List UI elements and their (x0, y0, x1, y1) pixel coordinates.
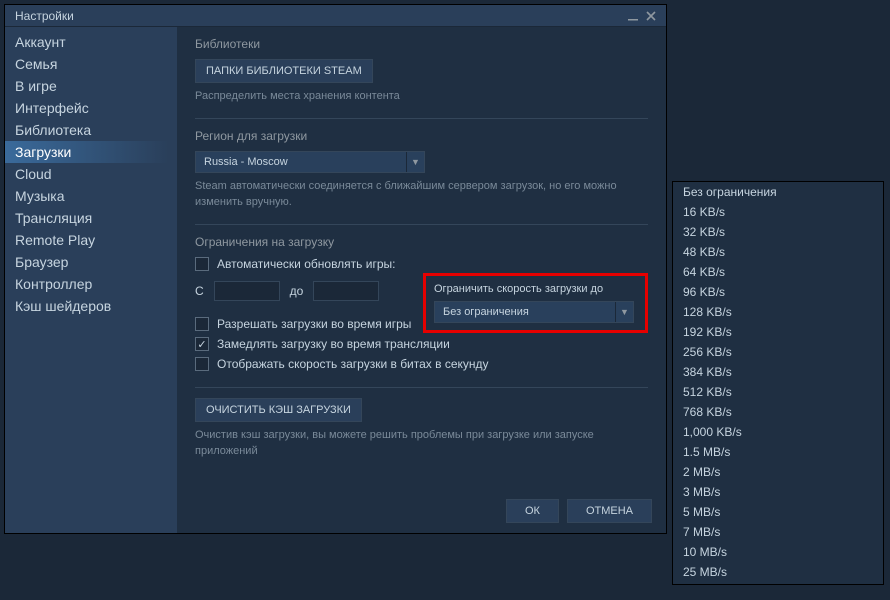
sidebar-item[interactable]: Загрузки (5, 141, 177, 163)
cache-desc: Очистив кэш загрузки, вы можете решить п… (195, 428, 648, 459)
sidebar: Аккаунт Семья В игре Интерфейс Библиотека Заг… (5, 27, 177, 533)
sidebar-item[interactable]: Трансляция (5, 207, 177, 229)
region-desc: Steam автоматически соединяется с ближай… (195, 179, 648, 210)
dialog-footer: ОК ОТМЕНА (506, 499, 652, 523)
dropdown-item[interactable]: 5 MB/s (673, 502, 883, 522)
dropdown-item[interactable]: 25 MB/s (673, 562, 883, 582)
dropdown-item[interactable]: 1,000 KB/s (673, 422, 883, 442)
allow-in-game-checkbox[interactable] (195, 317, 209, 331)
sidebar-item-label: Remote Play (15, 232, 95, 248)
dropdown-item[interactable]: 192 KB/s (673, 322, 883, 342)
dropdown-item[interactable]: 384 KB/s (673, 362, 883, 382)
sidebar-item-label: Браузер (15, 254, 68, 270)
sidebar-item-label: Трансляция (15, 210, 92, 226)
sidebar-item[interactable]: Музыка (5, 185, 177, 207)
dropdown-item[interactable]: 1.5 MB/s (673, 442, 883, 462)
region-select[interactable]: Russia - Moscow ▼ (195, 151, 425, 173)
show-bits-label: Отображать скорость загрузки в битах в с… (217, 357, 489, 371)
region-title: Регион для загрузки (195, 129, 648, 143)
sidebar-item-label: Музыка (15, 188, 65, 204)
sidebar-item[interactable]: Cloud (5, 163, 177, 185)
dropdown-item[interactable]: 128 KB/s (673, 302, 883, 322)
sidebar-item[interactable]: В игре (5, 75, 177, 97)
minimize-button[interactable] (624, 7, 642, 25)
divider (195, 118, 648, 119)
auto-update-label: Автоматически обновлять игры: (217, 257, 395, 271)
allow-in-game-label: Разрешать загрузки во время игры (217, 317, 411, 331)
show-bits-checkbox[interactable] (195, 357, 209, 371)
dropdown-item[interactable]: 96 KB/s (673, 282, 883, 302)
limit-speed-dropdown: Без ограничения16 KB/s32 KB/s48 KB/s64 K… (672, 181, 884, 585)
dropdown-item[interactable]: 32 KB/s (673, 222, 883, 242)
sidebar-item-label: Контроллер (15, 276, 92, 292)
divider (195, 224, 648, 225)
sidebar-item[interactable]: Remote Play (5, 229, 177, 251)
from-time-input[interactable] (214, 281, 280, 301)
to-time-input[interactable] (313, 281, 379, 301)
sidebar-item-label: В игре (15, 78, 57, 94)
sidebar-item-label: Аккаунт (15, 34, 66, 50)
throttle-stream-label: Замедлять загрузку во время трансляции (217, 337, 450, 351)
sidebar-item[interactable]: Контроллер (5, 273, 177, 295)
dropdown-item[interactable]: 64 KB/s (673, 262, 883, 282)
sidebar-item-label: Загрузки (15, 144, 71, 160)
limits-title: Ограничения на загрузку (195, 235, 648, 249)
chevron-down-icon: ▼ (615, 302, 633, 322)
divider (195, 387, 648, 388)
close-button[interactable] (642, 7, 660, 25)
dropdown-item[interactable]: 10 MB/s (673, 542, 883, 562)
sidebar-item[interactable]: Библиотека (5, 119, 177, 141)
chevron-down-icon: ▼ (406, 152, 424, 172)
library-folders-button[interactable]: ПАПКИ БИБЛИОТЕКИ STEAM (195, 59, 373, 83)
dropdown-item[interactable]: Без ограничения (673, 182, 883, 202)
dropdown-item[interactable]: 512 KB/s (673, 382, 883, 402)
dropdown-item[interactable]: 256 KB/s (673, 342, 883, 362)
sidebar-item-label: Семья (15, 56, 57, 72)
sidebar-item-label: Интерфейс (15, 100, 89, 116)
sidebar-item[interactable]: Интерфейс (5, 97, 177, 119)
auto-update-checkbox[interactable] (195, 257, 209, 271)
sidebar-item[interactable]: Браузер (5, 251, 177, 273)
window-title: Настройки (15, 9, 74, 23)
sidebar-item-label: Библиотека (15, 122, 91, 138)
main-panel: Библиотеки ПАПКИ БИБЛИОТЕКИ STEAM Распре… (177, 27, 666, 533)
limit-speed-select[interactable]: Без ограничения ▼ (434, 301, 634, 323)
cancel-button[interactable]: ОТМЕНА (567, 499, 652, 523)
region-selected: Russia - Moscow (196, 156, 406, 168)
sidebar-item[interactable]: Кэш шейдеров (5, 295, 177, 317)
sidebar-item[interactable]: Семья (5, 53, 177, 75)
dropdown-item[interactable]: 3 MB/s (673, 482, 883, 502)
limit-speed-highlight: Ограничить скорость загрузки до Без огра… (423, 273, 648, 333)
limit-speed-selected: Без ограничения (435, 306, 615, 318)
sidebar-item[interactable]: Аккаунт (5, 31, 177, 53)
titlebar: Настройки (5, 5, 666, 27)
dropdown-item[interactable]: 16 KB/s (673, 202, 883, 222)
to-label: до (290, 284, 304, 298)
clear-cache-button[interactable]: ОЧИСТИТЬ КЭШ ЗАГРУЗКИ (195, 398, 362, 422)
dropdown-item[interactable]: 7 MB/s (673, 522, 883, 542)
dropdown-item[interactable]: 2 MB/s (673, 462, 883, 482)
limit-speed-label: Ограничить скорость загрузки до (434, 283, 637, 295)
throttle-stream-checkbox[interactable] (195, 337, 209, 351)
settings-window: Настройки Аккаунт Семья В игре Интерфейс Биб… (4, 4, 667, 534)
ok-button[interactable]: ОК (506, 499, 559, 523)
libraries-desc: Распределить места хранения контента (195, 89, 648, 104)
sidebar-item-label: Кэш шейдеров (15, 298, 111, 314)
libraries-title: Библиотеки (195, 37, 648, 51)
dropdown-item[interactable]: 48 KB/s (673, 242, 883, 262)
from-label: C (195, 284, 204, 298)
dropdown-item[interactable]: 768 KB/s (673, 402, 883, 422)
sidebar-item-label: Cloud (15, 166, 52, 182)
